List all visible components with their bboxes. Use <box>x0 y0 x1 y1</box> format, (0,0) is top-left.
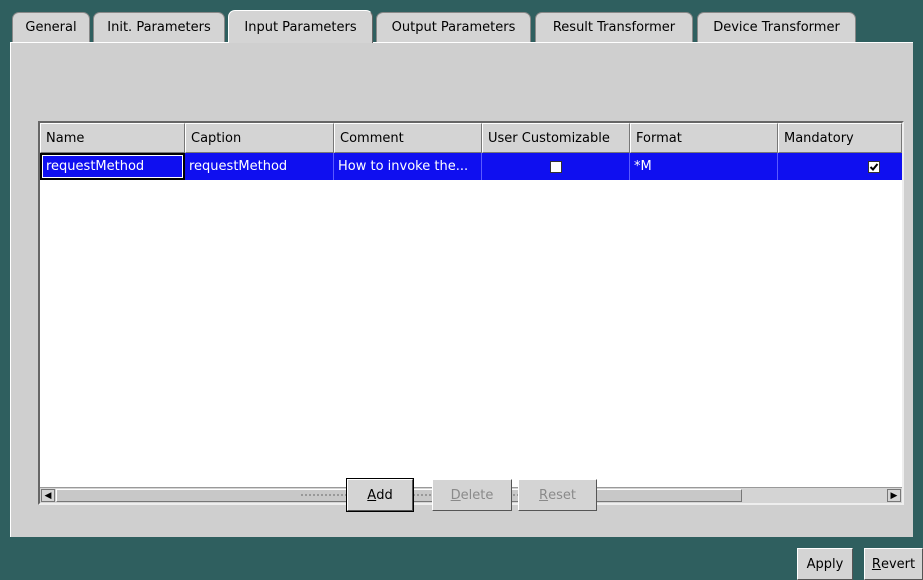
tab-device-transformer-label: Device Transformer <box>713 20 840 35</box>
reset-button-label: eset <box>548 487 576 503</box>
column-header-caption[interactable]: Caption <box>185 123 334 153</box>
add-button-mnemonic: A <box>367 487 377 503</box>
apply-button-label: Apply <box>806 556 844 572</box>
add-button-label: dd <box>376 487 393 503</box>
revert-button-label: evert <box>880 556 916 572</box>
column-header-comment-label: Comment <box>340 130 404 146</box>
reset-button[interactable]: Reset <box>518 479 597 511</box>
cell-caption[interactable]: requestMethod <box>185 153 334 180</box>
tab-general[interactable]: General <box>12 12 90 42</box>
tab-result-transformer-label: Result Transformer <box>552 20 676 35</box>
delete-button[interactable]: Delete <box>432 479 512 511</box>
parameters-table: Name Caption Comment User Customizable F… <box>38 121 904 505</box>
table-row[interactable]: requestMethod requestMethod How to invok… <box>40 153 902 180</box>
tab-output-parameters-label: Output Parameters <box>391 20 516 35</box>
cell-mandatory[interactable] <box>778 153 902 180</box>
apply-button[interactable]: Apply <box>797 548 853 580</box>
tab-init-parameters[interactable]: Init. Parameters <box>93 12 225 42</box>
add-button[interactable]: Add <box>347 479 413 511</box>
tab-input-parameters-label: Input Parameters <box>244 19 357 35</box>
column-header-comment[interactable]: Comment <box>334 123 482 153</box>
column-header-user-customizable-label: User Customizable <box>488 130 610 146</box>
column-header-mandatory-label: Mandatory <box>784 130 854 146</box>
tab-input-parameters[interactable]: Input Parameters <box>228 10 373 43</box>
cell-user-customizable[interactable] <box>482 153 630 180</box>
user-customizable-checkbox[interactable] <box>549 160 562 173</box>
arrow-left-icon: ◀ <box>44 490 52 501</box>
reset-button-mnemonic: R <box>539 487 549 503</box>
cell-comment-text: How to invoke the... <box>338 159 469 174</box>
column-header-name[interactable]: Name <box>40 123 185 153</box>
delete-button-mnemonic: D <box>450 487 461 503</box>
cell-caption-text: requestMethod <box>189 159 288 174</box>
column-header-mandatory[interactable]: Mandatory <box>778 123 902 153</box>
scroll-right-button[interactable]: ▶ <box>887 489 901 502</box>
revert-button[interactable]: Revert <box>864 548 923 580</box>
tab-device-transformer[interactable]: Device Transformer <box>697 12 856 42</box>
column-header-format-label: Format <box>636 130 682 146</box>
column-header-format[interactable]: Format <box>630 123 778 153</box>
mandatory-checkbox[interactable] <box>868 160 880 173</box>
tab-output-parameters[interactable]: Output Parameters <box>376 12 531 42</box>
tab-init-parameters-label: Init. Parameters <box>107 20 211 35</box>
tab-general-label: General <box>25 20 77 35</box>
cell-format[interactable]: *M <box>630 153 778 180</box>
column-header-caption-label: Caption <box>191 130 242 146</box>
revert-button-mnemonic: R <box>871 556 881 572</box>
scroll-left-button[interactable]: ◀ <box>41 489 55 502</box>
tab-result-transformer[interactable]: Result Transformer <box>535 12 693 42</box>
cell-name[interactable]: requestMethod <box>40 153 185 180</box>
cell-name-text: requestMethod <box>46 159 145 174</box>
cell-comment[interactable]: How to invoke the... <box>334 153 482 180</box>
tab-panel: Name Caption Comment User Customizable F… <box>10 42 913 537</box>
arrow-right-icon: ▶ <box>890 490 898 501</box>
check-mark-icon <box>869 162 879 171</box>
cell-format-text: *M <box>634 159 652 174</box>
column-header-user-customizable[interactable]: User Customizable <box>482 123 630 153</box>
delete-button-label: elete <box>460 487 494 503</box>
column-header-name-label: Name <box>46 130 85 146</box>
